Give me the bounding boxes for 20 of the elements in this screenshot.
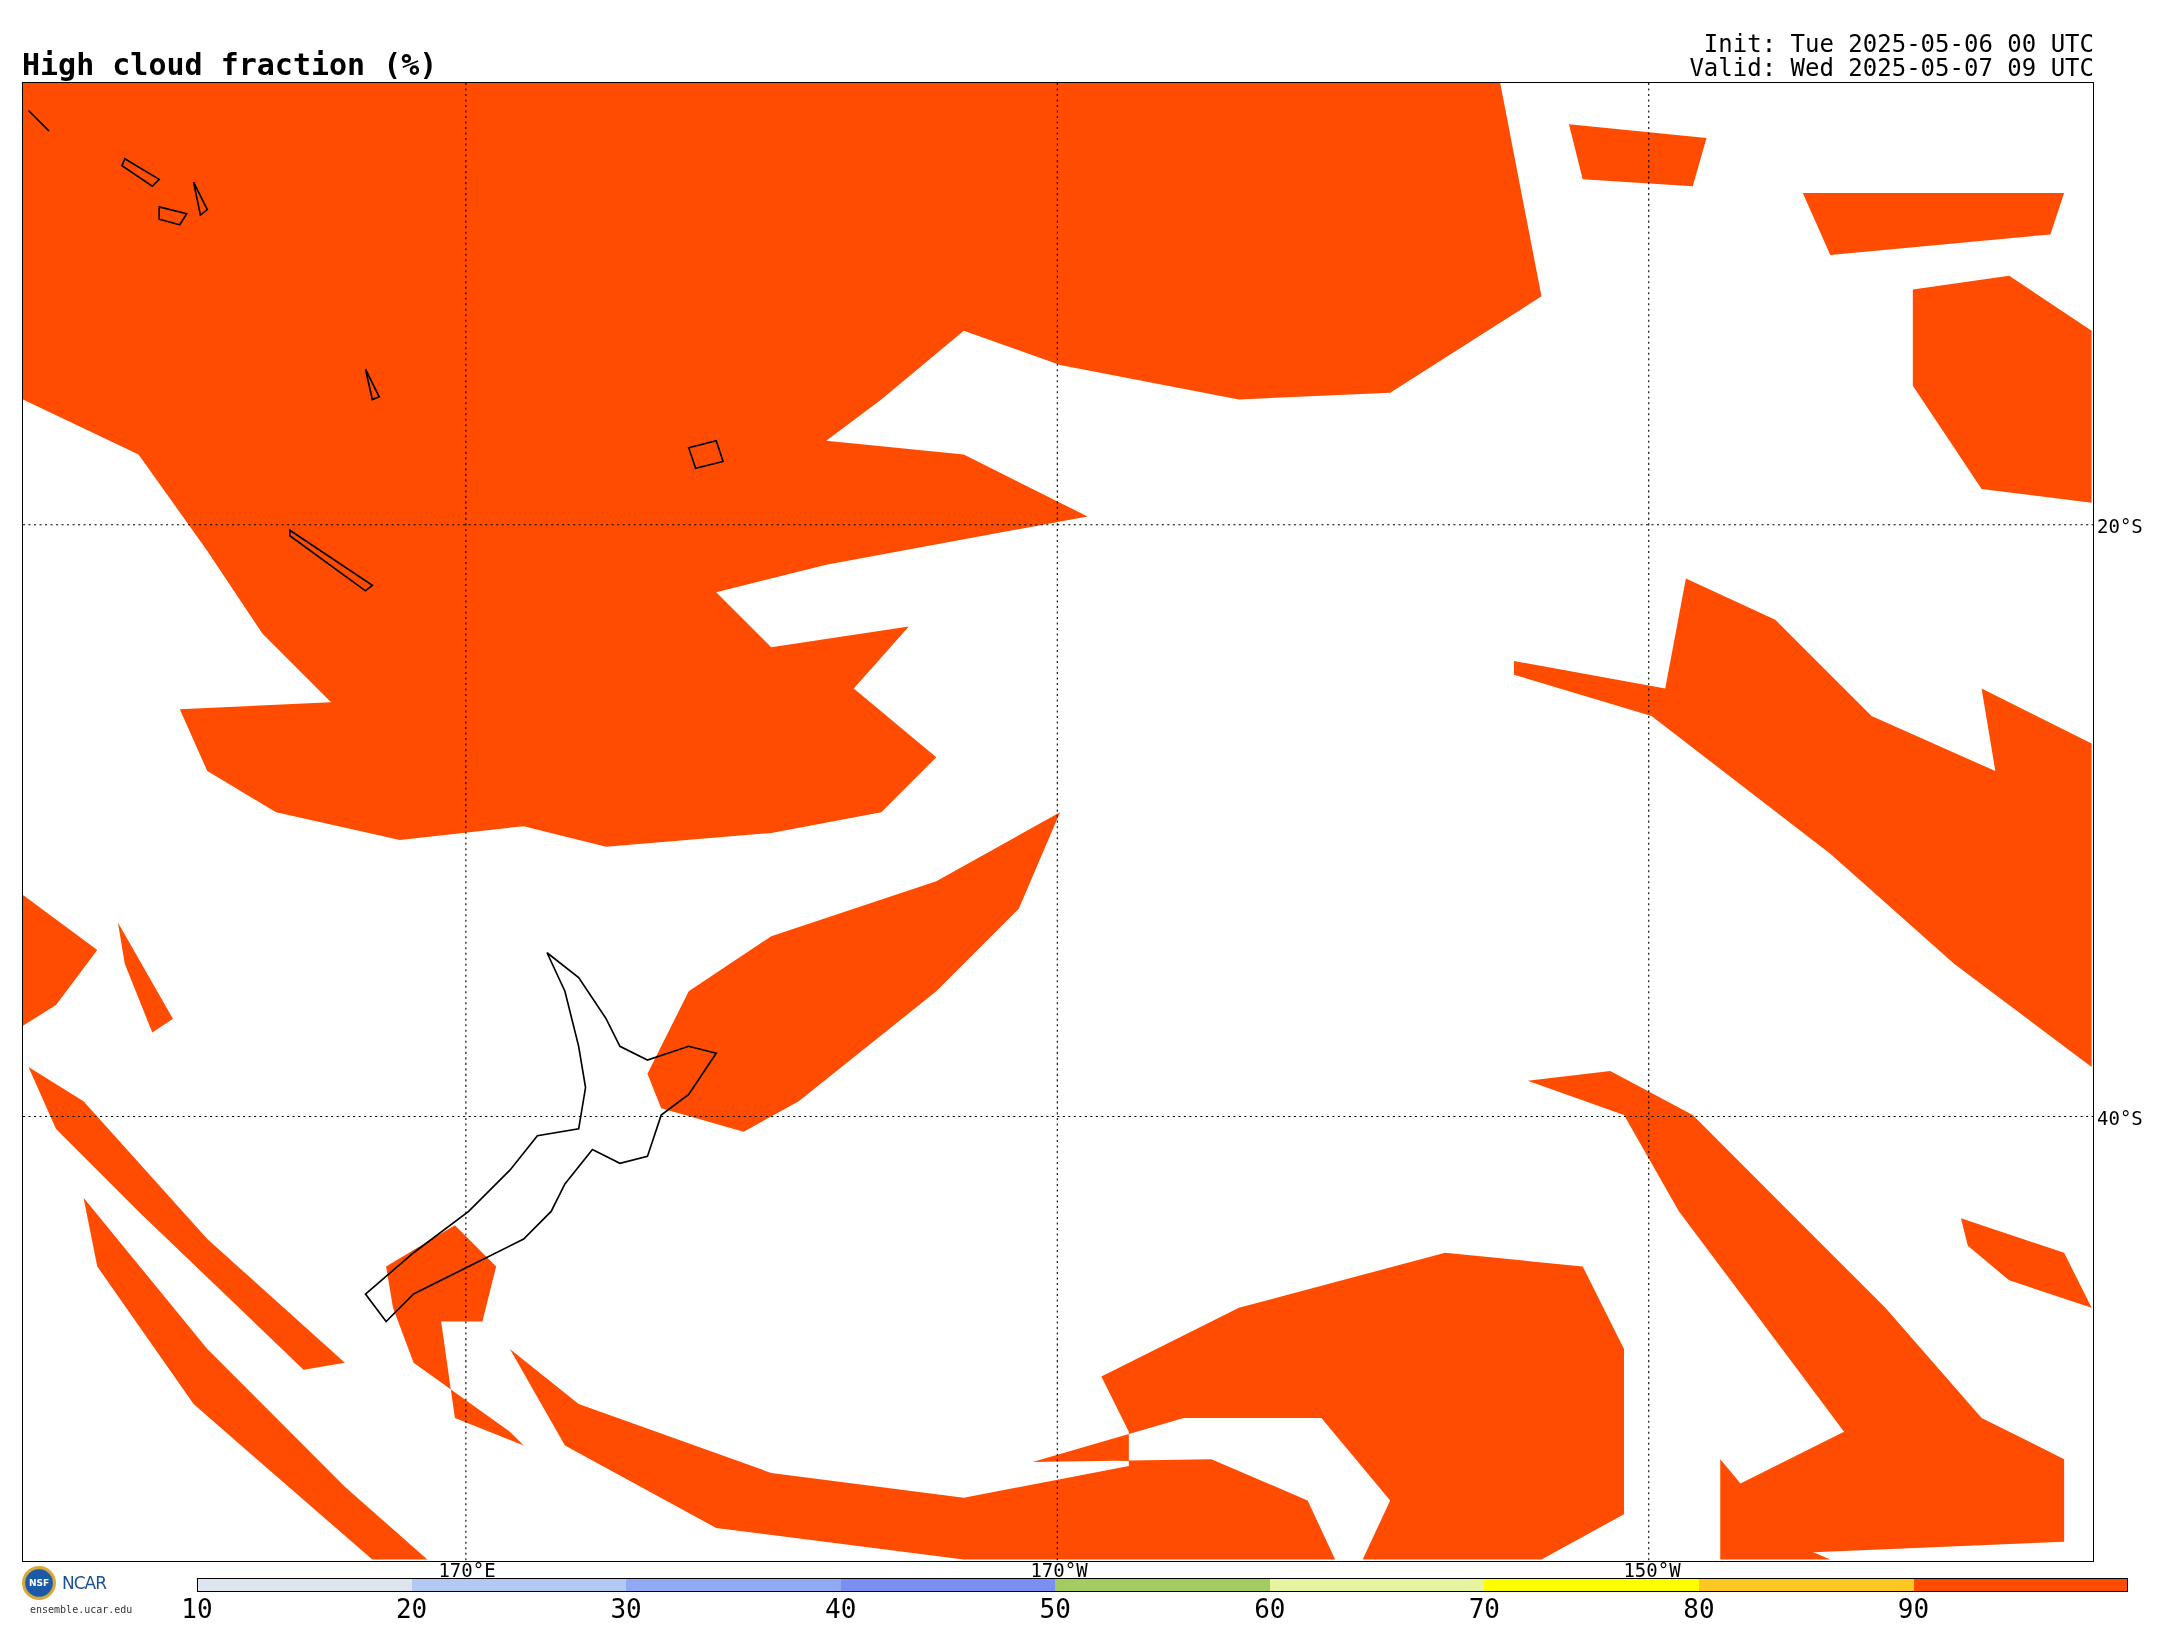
latitude-label: 40°S (2096, 1107, 2143, 1129)
colorbar-tick-label: 60 (1254, 1596, 1286, 1622)
valid-time: Valid: Wed 2025-05-07 09 UTC (1689, 56, 2094, 80)
init-time: Init: Tue 2025-05-06 00 UTC (1703, 32, 2094, 56)
colorbar-tick-label: 40 (825, 1596, 857, 1622)
longitude-label: 170°E (438, 1561, 496, 1580)
colorbar-tick-label: 70 (1468, 1596, 1501, 1622)
ncar-logo: NCAR (62, 1573, 107, 1593)
colorbar-tick-label: 90 (1897, 1596, 1930, 1622)
seal-logo: NSF (22, 1566, 56, 1600)
website-url: ensemble.ucar.edu (29, 1604, 133, 1615)
colorbar-tick-label: 30 (610, 1596, 642, 1622)
latitude-label: 20°S (2096, 515, 2143, 537)
chart-title: High cloud fraction (%) (22, 50, 438, 80)
colorbar-tick-label: 80 (1683, 1596, 1715, 1622)
colorbar-tick-label: 20 (395, 1596, 428, 1622)
colorbar-tick-label: 10 (181, 1596, 213, 1622)
colorbar-tick-label: 50 (1039, 1596, 1071, 1622)
longitude-label: 170°W (1030, 1561, 1088, 1580)
longitude-label: 150°W (1623, 1561, 1681, 1580)
